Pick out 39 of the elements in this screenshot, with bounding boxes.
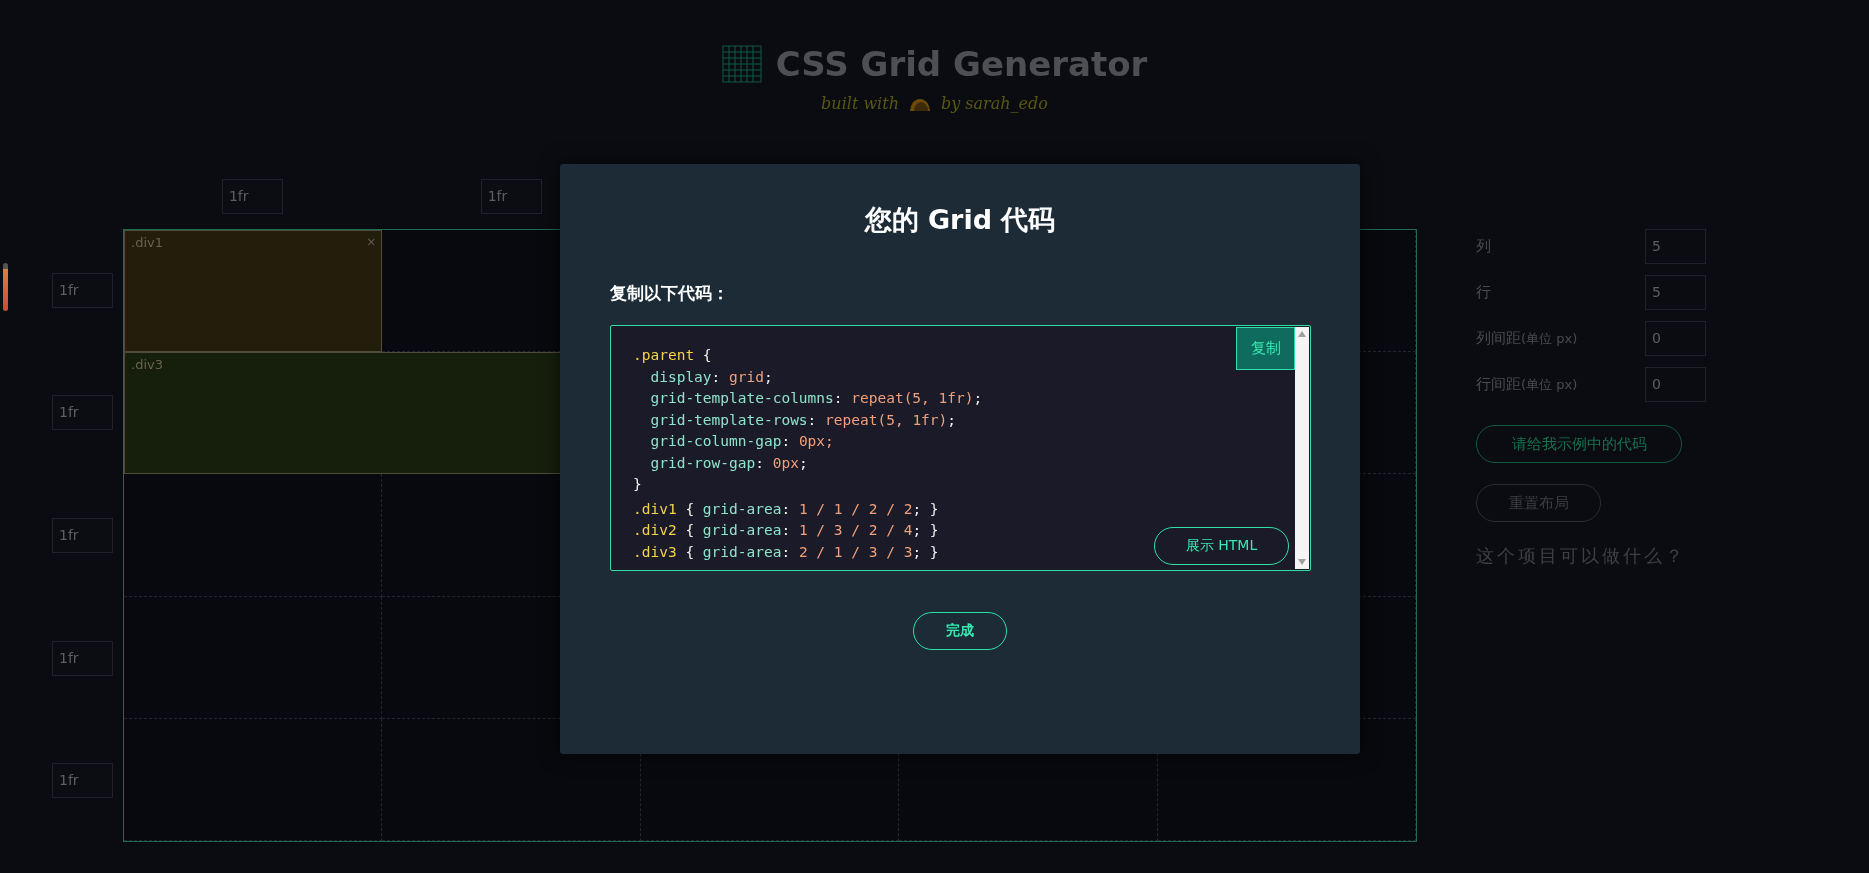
setting-label: 列 — [1476, 237, 1491, 256]
scrollbar[interactable] — [1295, 327, 1309, 569]
code-line: .div3 { grid-area: 2 / 1 / 3 / 3; } — [633, 542, 939, 562]
column-size-field[interactable]: 1fr — [480, 179, 542, 214]
byline-text: by sarah_edo — [940, 94, 1048, 113]
grid-cell[interactable] — [124, 718, 383, 841]
modal-title: 您的 Grid 代码 — [863, 203, 1057, 237]
row-size-field[interactable]: 1fr — [52, 640, 113, 676]
row-size-field[interactable]: 1fr — [52, 272, 113, 308]
setting-label: 行 — [1476, 283, 1491, 302]
setting-field[interactable]: 5 — [1645, 275, 1706, 310]
item-label: .div3 — [131, 357, 163, 373]
code-line: .div1 { grid-area: 1 / 1 / 2 / 2; } — [633, 499, 939, 519]
setting-label: 行间距(单位 px) — [1476, 375, 1578, 394]
code-line: grid-row-gap: 0px; — [649, 453, 808, 473]
row-size-field[interactable]: 1fr — [52, 763, 113, 799]
setting-label: 列间距(单位 px) — [1476, 329, 1578, 348]
code-line: } — [633, 475, 642, 494]
copy-button[interactable]: 复制 — [1236, 327, 1295, 370]
row-size-field[interactable]: 1fr — [52, 395, 113, 431]
scroll-indicator — [3, 263, 8, 311]
setting-field[interactable]: 0 — [1645, 321, 1706, 356]
setting-field[interactable]: 0 — [1645, 367, 1706, 402]
grid-item[interactable]: .div1 × — [124, 230, 383, 353]
grid-cell[interactable] — [124, 596, 383, 719]
code-line: .div2 { grid-area: 1 / 3 / 2 / 4; } — [633, 521, 939, 540]
modal-subtitle: 复制以下代码： — [610, 282, 730, 305]
column-size-field[interactable]: 1fr — [221, 179, 283, 214]
setting-field[interactable]: 5 — [1645, 229, 1706, 264]
item-label: .div1 — [131, 235, 163, 250]
code-line: grid-column-gap: 0px; — [649, 432, 834, 451]
code-line: grid-template-columns: repeat(5, 1fr); — [649, 389, 983, 408]
code-line: grid-template-rows: repeat(5, 1fr); — [649, 410, 957, 430]
code-line: display: grid; — [649, 367, 773, 387]
grid-icon — [721, 45, 762, 83]
close-button[interactable]: × — [366, 235, 377, 249]
app-title: CSS Grid Generator — [775, 44, 1148, 84]
row-size-field[interactable]: 1fr — [52, 518, 113, 553]
byline-text: built with — [821, 94, 899, 113]
